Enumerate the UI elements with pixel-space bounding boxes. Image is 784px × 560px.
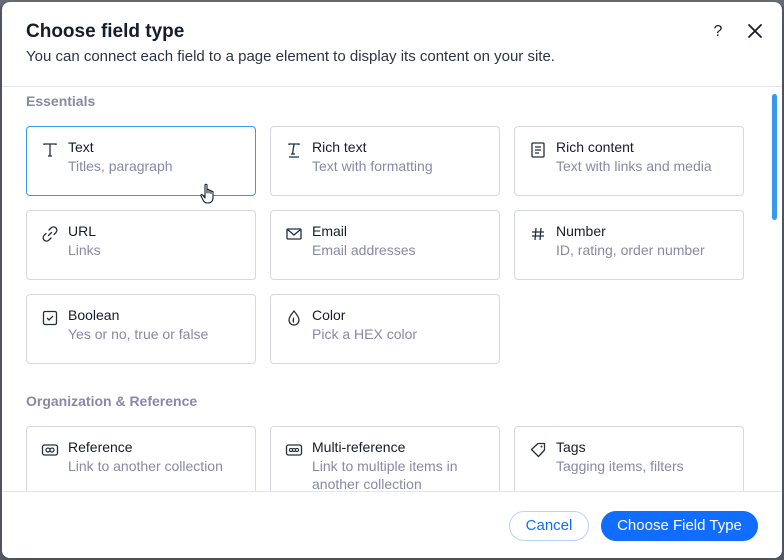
field-card-tags[interactable]: Tags Tagging items, filters xyxy=(514,426,744,491)
field-card-desc: Titles, paragraph xyxy=(68,158,173,174)
multi-reference-icon xyxy=(285,441,303,459)
field-card-text[interactable]: Text Titles, paragraph xyxy=(26,126,256,196)
hash-icon xyxy=(529,225,547,243)
field-card-label: Reference xyxy=(68,439,133,455)
field-card-multi-reference[interactable]: Multi-reference Link to multiple items i… xyxy=(270,426,500,491)
close-icon xyxy=(748,24,762,38)
section-title-organization: Organization & Reference xyxy=(26,393,198,409)
tag-icon xyxy=(529,441,547,459)
scrollbar-thumb[interactable] xyxy=(772,94,777,220)
field-card-desc: Text with formatting xyxy=(312,158,433,174)
field-card-url[interactable]: URL Links xyxy=(26,210,256,280)
close-button[interactable] xyxy=(744,20,766,42)
field-card-label: Rich text xyxy=(312,139,367,155)
field-card-label: Rich content xyxy=(556,139,634,155)
field-card-number[interactable]: Number ID, rating, order number xyxy=(514,210,744,280)
choose-field-type-dialog: Choose field type You can connect each f… xyxy=(2,2,782,558)
dialog-subtitle: You can connect each field to a page ele… xyxy=(26,48,555,65)
field-card-label: Multi-reference xyxy=(312,439,406,455)
field-card-desc: Tagging items, filters xyxy=(556,458,684,474)
field-card-label: Color xyxy=(312,307,346,323)
cancel-button[interactable]: Cancel xyxy=(509,511,589,541)
field-type-list: Essentials Text Titles, paragraph Rich t… xyxy=(2,87,782,491)
envelope-icon xyxy=(285,225,303,243)
link-icon xyxy=(41,225,59,243)
field-card-desc: Link to multiple items in another collec… xyxy=(312,458,458,491)
dialog-footer: Cancel Choose Field Type xyxy=(2,491,782,558)
field-card-desc: ID, rating, order number xyxy=(556,242,705,258)
choose-field-type-button[interactable]: Choose Field Type xyxy=(601,511,758,541)
field-card-desc: Links xyxy=(68,242,101,258)
field-card-desc: Yes or no, true or false xyxy=(68,326,209,342)
field-card-label: URL xyxy=(68,223,97,239)
section-title-essentials: Essentials xyxy=(26,93,96,109)
field-card-rich-text[interactable]: Rich text Text with formatting xyxy=(270,126,500,196)
field-card-label: Boolean xyxy=(68,307,120,323)
field-card-label: Tags xyxy=(556,439,586,455)
help-button[interactable]: ? xyxy=(708,21,728,43)
field-card-desc: Link to another collection xyxy=(68,458,223,474)
checkbox-icon xyxy=(41,309,59,327)
rich-text-icon xyxy=(285,141,303,159)
field-card-boolean[interactable]: Boolean Yes or no, true or false xyxy=(26,294,256,364)
field-card-desc: Text with links and media xyxy=(556,158,712,174)
hand-pointer-icon xyxy=(200,183,214,204)
field-card-label: Number xyxy=(556,223,606,239)
field-card-reference[interactable]: Reference Link to another collection xyxy=(26,426,256,491)
field-card-color[interactable]: Color Pick a HEX color xyxy=(270,294,500,364)
field-card-rich-content[interactable]: Rich content Text with links and media xyxy=(514,126,744,196)
dialog-title: Choose field type xyxy=(26,21,185,42)
document-icon xyxy=(529,141,547,159)
text-icon xyxy=(41,141,59,159)
field-card-label: Text xyxy=(68,139,94,155)
field-card-label: Email xyxy=(312,223,348,239)
reference-icon xyxy=(41,441,59,459)
dialog-header: Choose field type You can connect each f… xyxy=(2,2,782,87)
field-card-desc: Pick a HEX color xyxy=(312,326,418,342)
color-drop-icon xyxy=(285,309,303,327)
field-card-email[interactable]: Email Email addresses xyxy=(270,210,500,280)
field-card-desc: Email addresses xyxy=(312,242,416,258)
